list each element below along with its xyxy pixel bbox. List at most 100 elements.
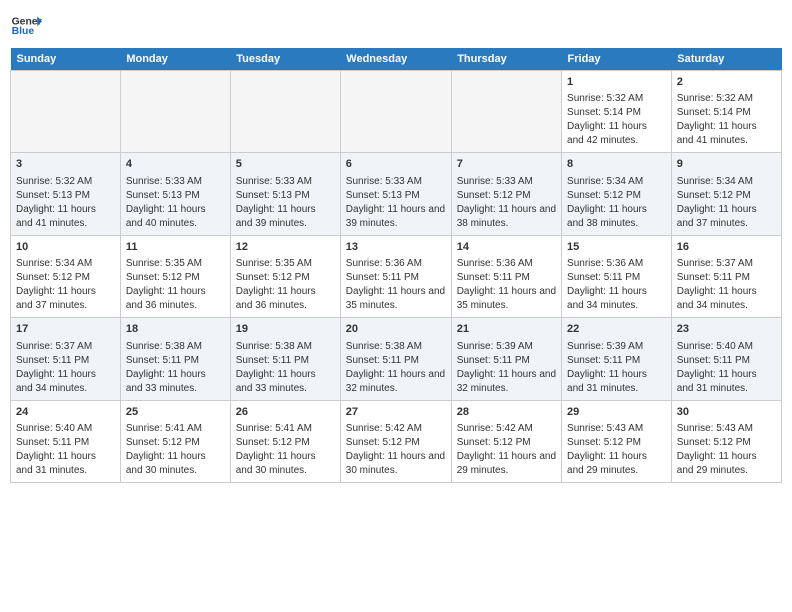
sunset-time: Sunset: 5:13 PM [236, 189, 335, 203]
day-number: 24 [16, 405, 115, 420]
sunrise-time: Sunrise: 5:35 AM [236, 257, 335, 271]
sunrise-time: Sunrise: 5:39 AM [567, 340, 666, 354]
day-number: 20 [346, 322, 446, 337]
daylight-hours: Daylight: 11 hours and 34 minutes. [567, 285, 666, 313]
day-number: 7 [457, 157, 556, 172]
daylight-hours: Daylight: 11 hours and 32 minutes. [457, 368, 556, 396]
calendar-cell: 16Sunrise: 5:37 AMSunset: 5:11 PMDayligh… [671, 235, 781, 317]
sunset-time: Sunset: 5:13 PM [126, 189, 225, 203]
sunset-time: Sunset: 5:12 PM [126, 271, 225, 285]
sunrise-time: Sunrise: 5:40 AM [16, 422, 115, 436]
daylight-hours: Daylight: 11 hours and 30 minutes. [126, 450, 225, 478]
sunset-time: Sunset: 5:11 PM [567, 271, 666, 285]
sunset-time: Sunset: 5:12 PM [677, 436, 776, 450]
calendar-cell: 7Sunrise: 5:33 AMSunset: 5:12 PMDaylight… [451, 153, 561, 235]
day-number: 19 [236, 322, 335, 337]
day-number: 10 [16, 240, 115, 255]
calendar-cell: 10Sunrise: 5:34 AMSunset: 5:12 PMDayligh… [11, 235, 121, 317]
day-number: 13 [346, 240, 446, 255]
sunset-time: Sunset: 5:12 PM [236, 436, 335, 450]
calendar-cell: 17 Sunrise: 5:37 AMSunset: 5:11 PMDayligh… [11, 318, 121, 400]
calendar-cell: 2Sunrise: 5:32 AMSunset: 5:14 PMDaylight… [671, 71, 781, 153]
calendar-cell [230, 71, 340, 153]
daylight-hours: Daylight: 11 hours and 35 minutes. [457, 285, 556, 313]
sunset-time: Sunset: 5:11 PM [126, 354, 225, 368]
sunrise-time: Sunrise: 5:38 AM [346, 340, 446, 354]
sunset-time: Sunset: 5:11 PM [16, 436, 115, 450]
daylight-hours: Daylight: 11 hours and 31 minutes. [16, 450, 115, 478]
calendar-cell: 19 Sunrise: 5:38 AMSunset: 5:11 PMDayligh… [230, 318, 340, 400]
sunset-time: Sunset: 5:11 PM [677, 354, 776, 368]
sunset-time: Sunset: 5:12 PM [126, 436, 225, 450]
daylight-hours: Daylight: 11 hours and 29 minutes. [677, 450, 776, 478]
daylight-hours: Daylight: 11 hours and 42 minutes. [567, 120, 666, 148]
day-number: 27 [346, 405, 446, 420]
sunset-time: Sunset: 5:12 PM [346, 436, 446, 450]
sunset-time: Sunset: 5:11 PM [567, 354, 666, 368]
sunset-time: Sunset: 5:13 PM [346, 189, 446, 203]
sunrise-time: Sunrise: 5:33 AM [457, 175, 556, 189]
sunset-time: Sunset: 5:11 PM [457, 271, 556, 285]
sunset-time: Sunset: 5:11 PM [16, 354, 115, 368]
daylight-hours: Daylight: 11 hours and 37 minutes. [16, 285, 115, 313]
sunrise-time: Sunrise: 5:32 AM [567, 92, 666, 106]
day-number: 29 [567, 405, 666, 420]
calendar-table: SundayMondayTuesdayWednesdayThursdayFrid… [10, 48, 782, 483]
calendar-cell: 26Sunrise: 5:41 AMSunset: 5:12 PMDayligh… [230, 400, 340, 482]
sunset-time: Sunset: 5:11 PM [236, 354, 335, 368]
week-row-2: 3Sunrise: 5:32 AMSunset: 5:13 PMDaylight… [11, 153, 782, 235]
sunset-time: Sunset: 5:11 PM [346, 271, 446, 285]
sunrise-time: Sunrise: 5:38 AM [126, 340, 225, 354]
sunrise-time: Sunrise: 5:35 AM [126, 257, 225, 271]
sunrise-time: Sunrise: 5:36 AM [567, 257, 666, 271]
sunset-time: Sunset: 5:11 PM [346, 354, 446, 368]
sunrise-time: Sunrise: 5:32 AM [677, 92, 776, 106]
header-friday: Friday [562, 48, 672, 71]
calendar-cell [340, 71, 451, 153]
calendar-cell: 29Sunrise: 5:43 AMSunset: 5:12 PMDayligh… [562, 400, 672, 482]
sunrise-time: Sunrise: 5:37 AM [16, 340, 115, 354]
logo-icon: General Blue [10, 10, 42, 42]
day-number: 15 [567, 240, 666, 255]
daylight-hours: Daylight: 11 hours and 36 minutes. [236, 285, 335, 313]
calendar-cell: 11 Sunrise: 5:35 AMSunset: 5:12 PMDayligh… [120, 235, 230, 317]
daylight-hours: Daylight: 11 hours and 29 minutes. [567, 450, 666, 478]
day-number: 12 [236, 240, 335, 255]
calendar-cell: 15 Sunrise: 5:36 AMSunset: 5:11 PMDayligh… [562, 235, 672, 317]
calendar-header-row: SundayMondayTuesdayWednesdayThursdayFrid… [11, 48, 782, 71]
daylight-hours: Daylight: 11 hours and 38 minutes. [457, 203, 556, 231]
sunrise-time: Sunrise: 5:42 AM [346, 422, 446, 436]
sunrise-time: Sunrise: 5:43 AM [677, 422, 776, 436]
day-number: 26 [236, 405, 335, 420]
sunrise-time: Sunrise: 5:36 AM [457, 257, 556, 271]
calendar-cell [451, 71, 561, 153]
sunrise-time: Sunrise: 5:38 AM [236, 340, 335, 354]
calendar-cell: 27Sunrise: 5:42 AMSunset: 5:12 PMDayligh… [340, 400, 451, 482]
sunset-time: Sunset: 5:13 PM [16, 189, 115, 203]
calendar-cell: 18 Sunrise: 5:38 AMSunset: 5:11 PMDayligh… [120, 318, 230, 400]
daylight-hours: Daylight: 11 hours and 33 minutes. [236, 368, 335, 396]
sunset-time: Sunset: 5:14 PM [677, 106, 776, 120]
daylight-hours: Daylight: 11 hours and 33 minutes. [126, 368, 225, 396]
day-number: 9 [677, 157, 776, 172]
sunset-time: Sunset: 5:14 PM [567, 106, 666, 120]
calendar-cell: 21Sunrise: 5:39 AMSunset: 5:11 PMDayligh… [451, 318, 561, 400]
day-number: 17 [16, 322, 115, 337]
day-number: 28 [457, 405, 556, 420]
calendar-cell: 9Sunrise: 5:34 AMSunset: 5:12 PMDaylight… [671, 153, 781, 235]
daylight-hours: Daylight: 11 hours and 30 minutes. [236, 450, 335, 478]
calendar-cell: 20Sunrise: 5:38 AMSunset: 5:11 PMDayligh… [340, 318, 451, 400]
week-row-3: 10Sunrise: 5:34 AMSunset: 5:12 PMDayligh… [11, 235, 782, 317]
svg-text:Blue: Blue [12, 26, 35, 37]
day-number: 14 [457, 240, 556, 255]
header-saturday: Saturday [671, 48, 781, 71]
calendar-cell: 30Sunrise: 5:43 AMSunset: 5:12 PMDayligh… [671, 400, 781, 482]
day-number: 16 [677, 240, 776, 255]
daylight-hours: Daylight: 11 hours and 36 minutes. [126, 285, 225, 313]
day-number: 11 [126, 240, 225, 255]
day-number: 18 [126, 322, 225, 337]
calendar-cell: 4Sunrise: 5:33 AMSunset: 5:13 PMDaylight… [120, 153, 230, 235]
daylight-hours: Daylight: 11 hours and 34 minutes. [16, 368, 115, 396]
sunset-time: Sunset: 5:11 PM [457, 354, 556, 368]
logo: General Blue [10, 10, 42, 42]
